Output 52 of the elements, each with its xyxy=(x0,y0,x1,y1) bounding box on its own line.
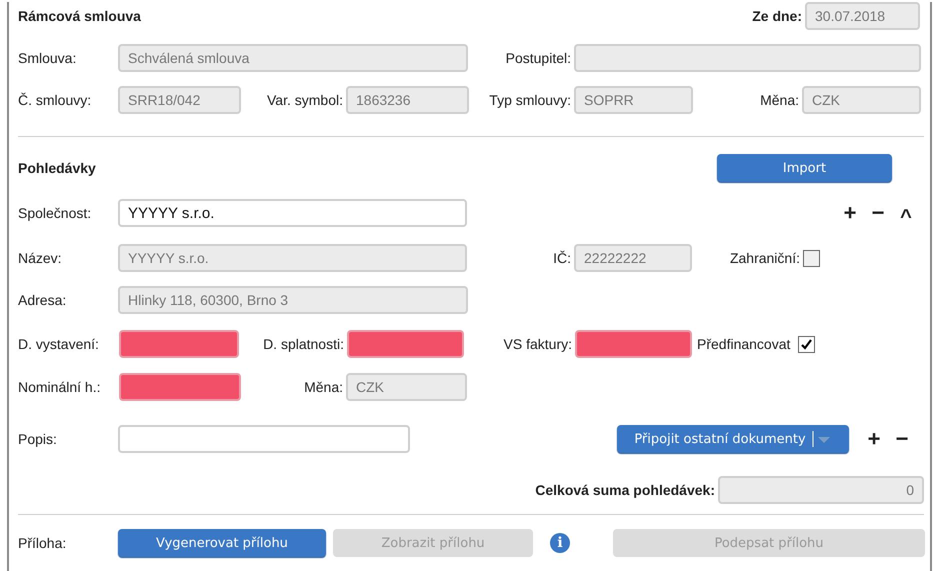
input-field[interactable] xyxy=(119,373,241,401)
field-label: Nominální h.: xyxy=(18,379,102,395)
readonly-field: CZK xyxy=(346,373,467,401)
readonly-field: 0 xyxy=(718,476,924,504)
field-label: Smlouva: xyxy=(18,50,78,66)
readonly-field: 1863236 xyxy=(346,86,469,114)
field-label: Popis: xyxy=(18,431,58,447)
field-label: D. splatnosti: xyxy=(262,336,345,352)
readonly-field: YYYYY s.r.o. xyxy=(118,244,467,272)
attach-documents-button[interactable]: Připojit ostatní dokumenty xyxy=(617,425,849,453)
readonly-field: SRR18/042 xyxy=(118,86,241,114)
field-label: Zahraniční: xyxy=(728,250,801,266)
section-title: Rámcová smlouva xyxy=(18,8,141,24)
remove-button[interactable]: − xyxy=(864,202,892,224)
field-label: Var. symbol: xyxy=(266,92,344,108)
input-field[interactable] xyxy=(347,330,464,358)
field-label: D. vystavení: xyxy=(18,336,100,352)
field-label: Měna: xyxy=(303,379,344,395)
collapse-button[interactable]: ^ xyxy=(892,199,920,227)
section-title: Pohledávky xyxy=(18,160,96,176)
add-button[interactable]: + xyxy=(860,428,888,450)
info-icon[interactable]: i xyxy=(550,533,570,553)
field-label: Celková suma pohledávek: xyxy=(535,482,716,498)
field-label: Předfinancovat xyxy=(697,336,790,352)
field-label: Adresa: xyxy=(18,292,68,308)
field-label: Společnost: xyxy=(18,205,92,221)
caret-icon xyxy=(812,429,832,449)
readonly-field: SOPRR xyxy=(574,86,693,114)
readonly-field: 30.07.2018 xyxy=(805,2,920,30)
input-field[interactable] xyxy=(119,330,239,358)
field-label: Ze dne: xyxy=(752,8,803,24)
readonly-field: 22222222 xyxy=(574,244,692,272)
field-label: Příloha: xyxy=(18,535,68,551)
field-label: Název: xyxy=(18,250,63,266)
field-label: Č. smlouvy: xyxy=(18,92,92,108)
input-field[interactable]: YYYYY s.r.o. xyxy=(118,199,467,227)
checkbox[interactable] xyxy=(798,336,816,352)
import-button[interactable]: Import xyxy=(717,154,892,182)
readonly-field: Hlinky 118, 60300, Brno 3 xyxy=(118,286,468,314)
add-button[interactable]: + xyxy=(836,202,864,224)
field-label: Měna: xyxy=(759,92,800,108)
input-field[interactable] xyxy=(575,330,692,358)
field-label: VS faktury: xyxy=(502,336,573,352)
generate-button[interactable]: Vygenerovat přílohu xyxy=(118,529,326,557)
readonly-field: Schválená smlouva xyxy=(118,44,468,72)
field-label: IČ: xyxy=(552,250,572,266)
checkbox[interactable] xyxy=(803,250,820,266)
input-field[interactable] xyxy=(118,425,410,453)
field-label: Postupitel: xyxy=(504,50,572,66)
readonly-field: CZK xyxy=(802,86,921,114)
remove-button[interactable]: − xyxy=(888,428,916,450)
field-label: Typ smlouvy: xyxy=(488,92,572,108)
